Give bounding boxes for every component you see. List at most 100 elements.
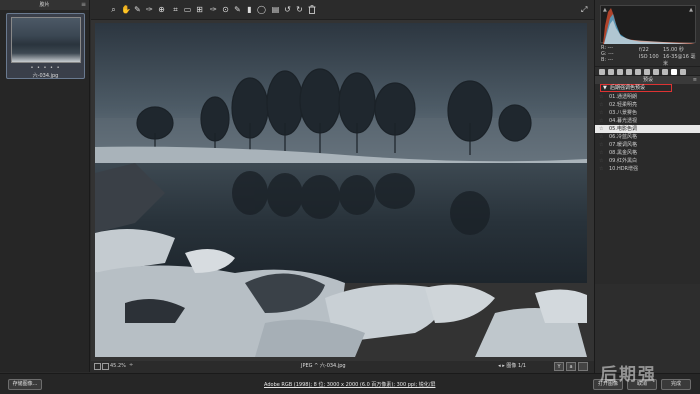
preset-label: 02.轻柔明亮 bbox=[609, 102, 637, 108]
histogram: ▲ ▲ bbox=[600, 5, 696, 44]
tool-bar: ⌕ ✋ ✎ ✑ ⊕ ⌗ ▭ ⊞ ✑ ⊙ ✎ ▮ ◯ ▤ ↺ ↻ ⤢ bbox=[91, 0, 594, 20]
basic-tab-icon[interactable] bbox=[599, 69, 605, 75]
preset-label: 09.红外黑白 bbox=[609, 158, 637, 164]
fit-view-icon[interactable] bbox=[102, 363, 109, 370]
panel-tabs bbox=[595, 66, 700, 76]
graduated-filter-icon[interactable]: ▮ bbox=[245, 5, 254, 14]
preset-star-icon[interactable]: ☆ bbox=[599, 125, 603, 133]
color-sampler-icon[interactable]: ✑ bbox=[145, 5, 154, 14]
crop-icon[interactable]: ⌗ bbox=[171, 5, 180, 14]
footer-bar: 存储图像... Adobe RGB (1998); 8 位; 3000 x 20… bbox=[0, 373, 700, 394]
preset-item[interactable]: ☆ 01.通透明朗 bbox=[595, 93, 700, 101]
preset-label: 06.冷蓝风格 bbox=[609, 134, 637, 140]
preset-item[interactable]: ☆ 04.暮光透视 bbox=[595, 117, 700, 125]
preset-item[interactable]: ☆ 03.八景雾色 bbox=[595, 109, 700, 117]
done-button[interactable]: 完成 bbox=[661, 379, 691, 390]
preset-star-icon[interactable]: ☆ bbox=[599, 149, 603, 157]
thumbnail-rating[interactable]: • • • • • bbox=[7, 65, 84, 71]
before-after-y-button[interactable]: Y bbox=[554, 362, 564, 371]
target-adjust-icon[interactable]: ⊕ bbox=[157, 5, 166, 14]
save-image-button[interactable]: 存储图像... bbox=[8, 379, 42, 390]
file-name-label: JPEG ^ 六-034.jpg bbox=[301, 363, 346, 369]
right-panel: ▲ ▲ R: --- G: --- B: --- f/22 15.00 秒 IS… bbox=[594, 0, 700, 373]
preset-star-icon[interactable]: ☆ bbox=[599, 93, 603, 101]
detail-tab-icon[interactable] bbox=[617, 69, 623, 75]
preferences-icon[interactable]: ▤ bbox=[271, 5, 280, 14]
rotate-right-icon[interactable]: ↻ bbox=[295, 5, 304, 14]
shadow-clipping-icon[interactable]: ▲ bbox=[603, 7, 607, 13]
preset-list: ▼ 后期强调色预设 ☆ 01.通透明朗 ☆ 02.轻柔明亮 ☆ 03.八景雾色 ☆ 04… bbox=[595, 84, 700, 284]
white-balance-icon[interactable]: ✎ bbox=[133, 5, 142, 14]
preset-star-icon[interactable]: ☆ bbox=[599, 117, 603, 125]
preset-star-icon[interactable]: ☆ bbox=[599, 109, 603, 117]
preset-item[interactable]: ☆ 10.HDR增强 bbox=[595, 165, 700, 173]
preset-star-icon[interactable]: ☆ bbox=[599, 101, 603, 109]
hsl-tab-icon[interactable] bbox=[626, 69, 632, 75]
preset-item[interactable]: ☆ 06.冷蓝风格 bbox=[595, 133, 700, 141]
collapse-arrow-icon[interactable]: ▼ bbox=[603, 85, 607, 92]
red-eye-icon[interactable]: ⊙ bbox=[221, 5, 230, 14]
transform-icon[interactable]: ⊞ bbox=[195, 5, 204, 14]
radial-filter-icon[interactable]: ◯ bbox=[257, 5, 266, 14]
preset-group[interactable]: ▼ 后期强调色预设 bbox=[600, 84, 672, 92]
preset-label: 03.八景雾色 bbox=[609, 110, 637, 116]
preset-item[interactable]: ☆ 08.黑金风格 bbox=[595, 149, 700, 157]
workflow-options-link[interactable]: Adobe RGB (1998); 8 位; 3000 x 2000 (6.0 … bbox=[264, 381, 435, 388]
preset-label: 07.暖调风格 bbox=[609, 142, 637, 148]
zoom-icon[interactable]: ⌕ bbox=[109, 5, 118, 14]
toggle-settings-icon[interactable] bbox=[578, 362, 588, 371]
split-toning-tab-icon[interactable] bbox=[635, 69, 641, 75]
preset-item-selected[interactable]: ☆ 05.电影色调 bbox=[595, 125, 700, 133]
presets-tab-icon[interactable] bbox=[671, 69, 677, 75]
effects-tab-icon[interactable] bbox=[653, 69, 659, 75]
image-canvas[interactable] bbox=[91, 20, 594, 361]
filmstrip-panel: 胶片 ≡ • • • • • 六-034.jpg bbox=[0, 0, 90, 372]
adjustment-brush-icon[interactable]: ✎ bbox=[233, 5, 242, 14]
lens-tab-icon[interactable] bbox=[644, 69, 650, 75]
highlight-clipping-icon[interactable]: ▲ bbox=[689, 7, 693, 13]
snapshots-tab-icon[interactable] bbox=[680, 69, 686, 75]
preset-group-name: 后期强调色预设 bbox=[610, 85, 646, 91]
watermark-text: 后期强 bbox=[600, 365, 657, 385]
preset-label: 10.HDR增强 bbox=[609, 166, 639, 172]
zoom-level[interactable]: 45.2% bbox=[110, 362, 130, 371]
thumbnail-image bbox=[11, 17, 81, 63]
preset-star-icon[interactable]: ☆ bbox=[599, 141, 603, 149]
preset-label: 01.通透明朗 bbox=[609, 94, 637, 100]
panel-menu-icon[interactable]: ≡ bbox=[693, 76, 697, 84]
spot-removal-icon[interactable]: ✑ bbox=[209, 5, 218, 14]
straighten-icon[interactable]: ▭ bbox=[183, 5, 192, 14]
preset-star-icon[interactable]: ☆ bbox=[599, 165, 603, 173]
preset-label: 08.黑金风格 bbox=[609, 150, 637, 156]
histogram-graph bbox=[603, 8, 695, 44]
preview-status-bar: 45.2% ÷ JPEG ^ 六-034.jpg ◂ ▸ 图像 1/1 Y a bbox=[91, 361, 594, 373]
trash-icon[interactable] bbox=[307, 5, 316, 14]
rgb-b-readout: B: --- bbox=[601, 57, 613, 64]
fullscreen-icon[interactable]: ⤢ bbox=[581, 5, 590, 14]
preset-item[interactable]: ☆ 07.暖调风格 bbox=[595, 141, 700, 149]
filmstrip-thumbnail[interactable]: • • • • • 六-034.jpg bbox=[6, 13, 85, 79]
hand-icon[interactable]: ✋ bbox=[121, 5, 131, 14]
preset-item[interactable]: ☆ 02.轻柔明亮 bbox=[595, 101, 700, 109]
rotate-left-icon[interactable]: ↺ bbox=[283, 5, 292, 14]
landscape-photo bbox=[95, 23, 587, 357]
before-after-a-button[interactable]: a bbox=[566, 362, 576, 371]
image-navigator[interactable]: ◂ ▸ 图像 1/1 bbox=[498, 362, 526, 371]
zoom-dropdown-icon[interactable]: ÷ bbox=[129, 362, 133, 368]
preview-photo bbox=[95, 23, 587, 357]
filmstrip-menu-icon[interactable]: ≡ bbox=[81, 0, 86, 10]
exif-aperture: f/22 bbox=[639, 47, 649, 53]
preset-item[interactable]: ☆ 09.红外黑白 bbox=[595, 157, 700, 165]
exif-iso: ISO 100 bbox=[639, 54, 659, 60]
filmstrip-title: 胶片 bbox=[39, 2, 50, 8]
preset-star-icon[interactable]: ☆ bbox=[599, 157, 603, 165]
preset-star-icon[interactable]: ☆ bbox=[599, 133, 603, 141]
b-label: B: bbox=[601, 57, 607, 63]
thumbnail-filename: 六-034.jpg bbox=[32, 73, 59, 79]
single-view-icon[interactable] bbox=[94, 363, 101, 370]
preset-label: 04.暮光透视 bbox=[609, 118, 637, 124]
calibration-tab-icon[interactable] bbox=[662, 69, 668, 75]
tone-curve-tab-icon[interactable] bbox=[608, 69, 614, 75]
panel-title: 预设 bbox=[642, 77, 653, 83]
preset-label: 05.电影色调 bbox=[609, 126, 637, 132]
